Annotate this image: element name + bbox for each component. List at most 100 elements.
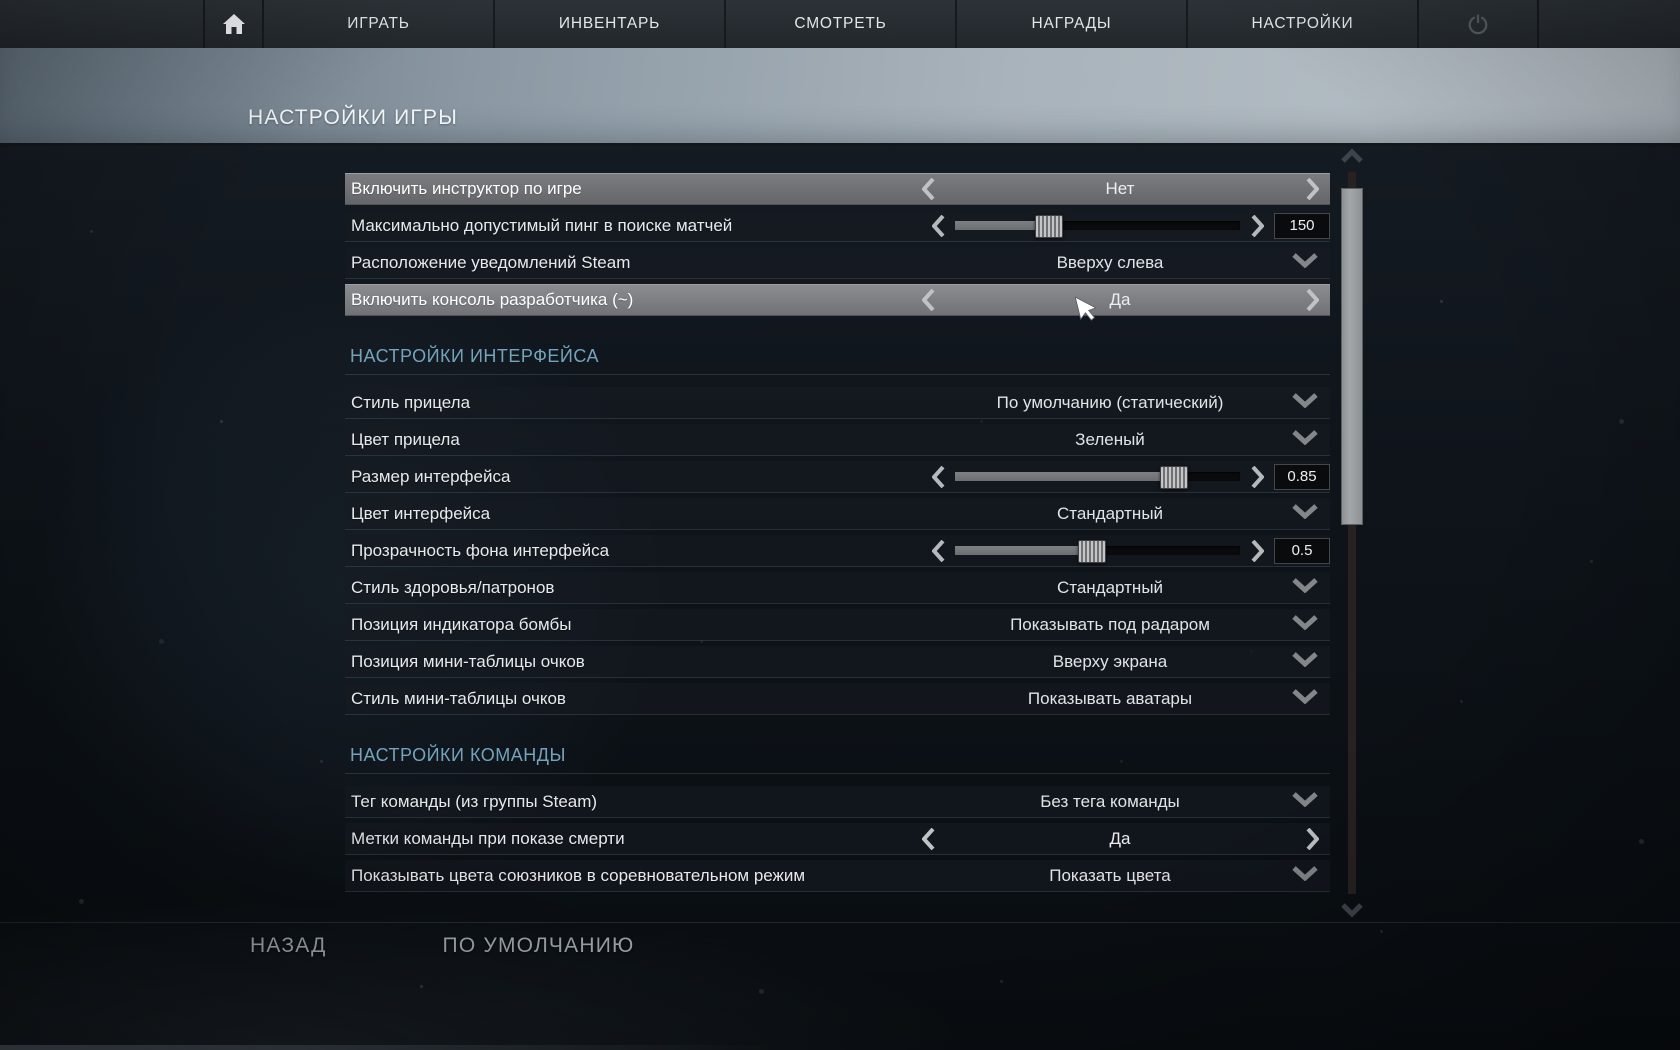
dropdown-control: Вверху экрана [930,646,1330,677]
slider-control: 150 [920,210,1330,241]
chevron-down-icon[interactable] [1292,504,1318,524]
chevron-left-icon[interactable] [930,210,946,241]
setting-row-toggle[interactable]: Включить инструктор по игре Нет [345,173,1330,205]
setting-label: Включить консоль разработчика (~) [345,290,910,310]
chevron-up-icon [1340,151,1364,168]
chevron-down-icon[interactable] [1292,430,1318,450]
page-title: НАСТРОЙКИ ИГРЫ [248,106,458,130]
chevron-right-icon[interactable] [1304,285,1320,315]
slider-value-box[interactable]: 0.5 [1274,538,1330,564]
footer: НАЗАД ПО УМОЛЧАНИЮ [240,928,644,964]
slider-control: 0.5 [920,535,1330,566]
chevron-right-icon[interactable] [1304,823,1320,854]
setting-row-slider[interactable]: Размер интерфейса 0.85 [345,461,1330,493]
nav-tab-inventory[interactable]: ИНВЕНТАРЬ [493,0,724,48]
scrollbar-down-button[interactable] [1340,902,1364,920]
chevron-right-icon[interactable] [1249,210,1265,241]
setting-row-dropdown[interactable]: Стиль мини-таблицы очков Показывать ават… [345,683,1330,715]
toggle-control: Да [910,823,1330,854]
slider-fill [955,546,1092,555]
power-icon [1467,13,1489,35]
setting-label: Цвет интерфейса [345,504,930,524]
nav-tab-awards[interactable]: НАГРАДЫ [955,0,1186,48]
toggle-control: Нет [910,174,1330,204]
chevron-down-icon[interactable] [1292,866,1318,886]
setting-row-slider[interactable]: Максимально допустимый пинг в поиске мат… [345,210,1330,242]
slider-thumb[interactable] [1035,215,1063,238]
chevron-left-icon[interactable] [920,174,936,204]
chevron-right-icon[interactable] [1304,174,1320,204]
chevron-down-icon[interactable] [1292,689,1318,709]
setting-row-dropdown[interactable]: Цвет интерфейса Стандартный [345,498,1330,530]
nav-tab-settings[interactable]: НАСТРОЙКИ [1186,0,1417,48]
nav-filler [1539,0,1680,48]
page-banner: НАСТРОЙКИ ИГРЫ [0,48,1680,146]
setting-row-dropdown[interactable]: Позиция индикатора бомбы Показывать под … [345,609,1330,641]
dropdown-control: Зеленый [930,424,1330,455]
nav-tab-inventory-label: ИНВЕНТАРЬ [559,15,660,33]
setting-row-dropdown[interactable]: Позиция мини-таблицы очков Вверху экрана [345,646,1330,678]
dropdown-value: Без тега команды [950,792,1270,812]
dropdown-control: Показать цвета [930,860,1330,891]
nav-tab-awards-label: НАГРАДЫ [1032,15,1112,33]
setting-label: Стиль мини-таблицы очков [345,689,930,709]
dropdown-value: По умолчанию (статический) [950,393,1270,413]
setting-row-dropdown[interactable]: Стиль здоровья/патронов Стандартный [345,572,1330,604]
dropdown-value: Показать цвета [950,866,1270,886]
setting-label: Тег команды (из группы Steam) [345,792,930,812]
slider-value-box[interactable]: 0.85 [1274,464,1330,490]
chevron-left-icon[interactable] [930,461,946,492]
slider-fill [955,472,1174,481]
slider-control: 0.85 [920,461,1330,492]
slider-track[interactable] [955,221,1240,230]
defaults-button[interactable]: ПО УМОЛЧАНИЮ [433,928,645,964]
scrollbar-up-button[interactable] [1340,148,1364,166]
chevron-down-icon[interactable] [1292,253,1318,273]
setting-label: Позиция мини-таблицы очков [345,652,930,672]
chevron-down-icon[interactable] [1292,652,1318,672]
nav-tab-watch[interactable]: СМОТРЕТЬ [724,0,955,48]
setting-row-slider[interactable]: Прозрачность фона интерфейса 0.5 [345,535,1330,567]
nav-quit-button[interactable] [1417,0,1539,48]
slider-thumb[interactable] [1078,540,1106,563]
slider-track[interactable] [955,472,1240,481]
setting-row-dropdown[interactable]: Расположение уведомлений Steam Вверху сл… [345,247,1330,279]
slider-thumb[interactable] [1160,466,1188,489]
setting-row-toggle[interactable]: Включить консоль разработчика (~) Да [345,284,1330,316]
toggle-value: Да [940,290,1300,310]
toggle-value: Нет [940,179,1300,199]
chevron-down-icon[interactable] [1292,393,1318,413]
home-icon [222,13,246,35]
setting-row-dropdown[interactable]: Стиль прицела По умолчанию (статический) [345,387,1330,419]
setting-row-dropdown[interactable]: Тег команды (из группы Steam) Без тега к… [345,786,1330,818]
chevron-down-icon [1340,905,1364,922]
setting-row-dropdown[interactable]: Цвет прицела Зеленый [345,424,1330,456]
section-header: НАСТРОЙКИ ИНТЕРФЕЙСА [345,346,1330,375]
chevron-right-icon[interactable] [1249,461,1265,492]
chevron-left-icon[interactable] [920,285,936,315]
chevron-right-icon[interactable] [1249,535,1265,566]
slider-track[interactable] [955,546,1240,555]
dropdown-value: Показывать под радаром [950,615,1270,635]
dropdown-value: Стандартный [950,578,1270,598]
chevron-down-icon[interactable] [1292,578,1318,598]
slider-value-box[interactable]: 150 [1274,213,1330,239]
chevron-down-icon[interactable] [1292,792,1318,812]
chevron-left-icon[interactable] [930,535,946,566]
back-button[interactable]: НАЗАД [240,928,337,964]
dropdown-control: Показывать аватары [930,683,1330,714]
setting-row-dropdown[interactable]: Показывать цвета союзников в соревновате… [345,860,1330,892]
chevron-left-icon[interactable] [920,823,936,854]
scrollbar-thumb[interactable] [1341,188,1363,525]
nav-tab-play[interactable]: ИГРАТЬ [262,0,493,48]
setting-label: Максимально допустимый пинг в поиске мат… [345,216,920,236]
toggle-control: Да [910,285,1330,315]
dropdown-value: Показывать аватары [950,689,1270,709]
nav-home-button[interactable] [203,0,262,48]
setting-label: Стиль здоровья/патронов [345,578,930,598]
setting-label: Цвет прицела [345,430,930,450]
dropdown-control: Без тега команды [930,786,1330,817]
chevron-down-icon[interactable] [1292,615,1318,635]
setting-label: Показывать цвета союзников в соревновате… [345,866,930,886]
setting-row-toggle[interactable]: Метки команды при показе смерти Да [345,823,1330,855]
